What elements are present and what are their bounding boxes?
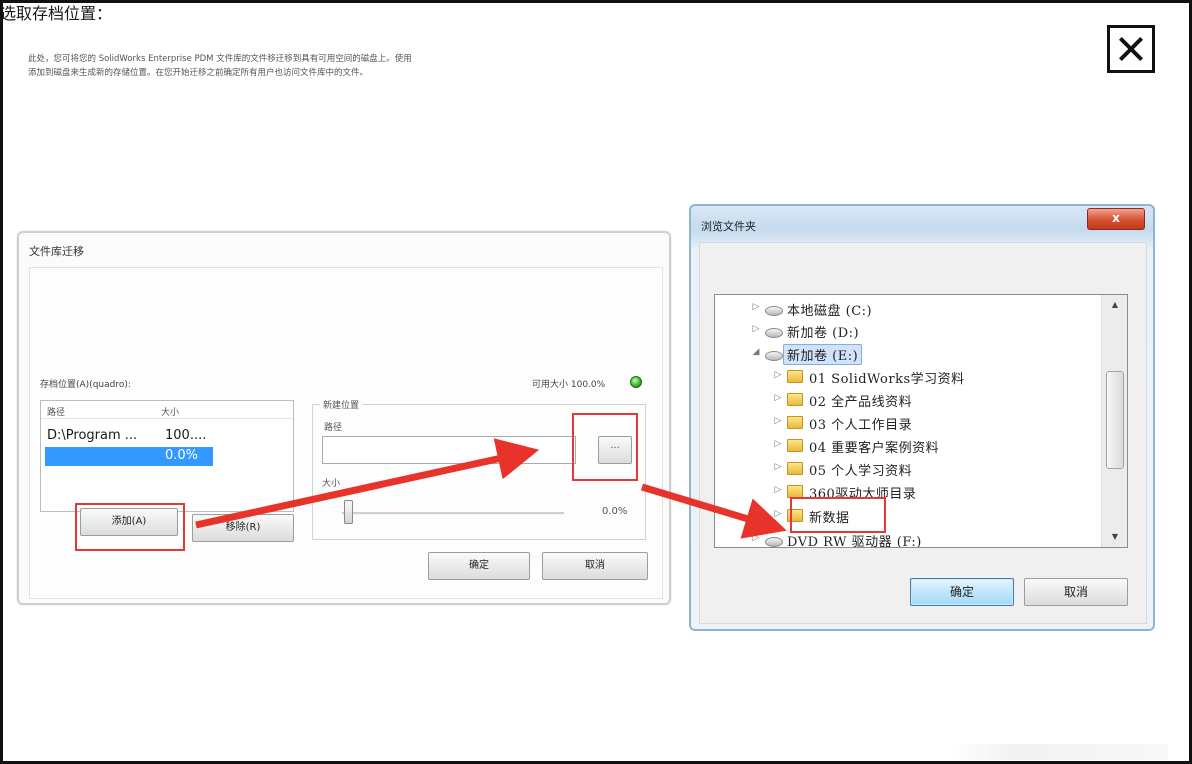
ok-button[interactable]: 确定 (428, 552, 530, 580)
tree-item-label: 05 个人学习资料 (809, 464, 913, 479)
expand-arrow-icon[interactable]: ▷ (773, 439, 783, 449)
status-led-icon (630, 376, 642, 388)
folder-icon (787, 462, 803, 475)
expand-arrow-icon[interactable]: ▷ (751, 533, 761, 543)
scroll-up-icon[interactable]: ▲ (1102, 297, 1128, 313)
tree-item-label: 新加卷 (E:) (783, 344, 863, 365)
row-size: 100.... (165, 428, 207, 443)
expand-arrow-icon[interactable]: ▷ (751, 302, 761, 312)
dialog-description: 此处，您可将您的 SolidWorks Enterprise PDM 文件库的文… (28, 52, 638, 80)
drive-icon (765, 351, 783, 361)
row-path: D:\Program ... (47, 428, 138, 443)
tree-scrollbar[interactable]: ▲ ▼ (1101, 295, 1127, 547)
list-header: 路径 大小 (41, 401, 293, 419)
path-label: 路径 (324, 423, 343, 433)
dialog-title: 文件库迁移 (29, 245, 84, 258)
expand-arrow-icon[interactable]: ▷ (773, 509, 783, 519)
drive-icon (765, 537, 783, 547)
list-row-selected[interactable]: 0.0% (45, 447, 213, 466)
expand-arrow-icon[interactable]: ▷ (773, 485, 783, 495)
scroll-down-icon[interactable]: ▼ (1102, 529, 1128, 545)
tree-item-label: 360驱动大师目录 (809, 487, 917, 502)
expand-arrow-icon[interactable]: ▷ (773, 370, 783, 380)
folder-icon (787, 509, 803, 522)
description-line: 此处，您可将您的 SolidWorks Enterprise PDM 文件库的文… (28, 54, 412, 64)
cancel-button[interactable]: 取消 (1024, 578, 1128, 606)
ok-button[interactable]: 确定 (910, 578, 1014, 606)
tree-item-label: 01 SolidWorks学习资料 (809, 372, 965, 387)
folder-tree[interactable]: ▷ 本地磁盘 (C:) ▷ 新加卷 (D:) ◢ 新加卷 (E:) ▷ 01 S… (714, 294, 1128, 548)
tree-item-label: 04 重要客户案例资料 (809, 441, 940, 456)
list-row[interactable]: D:\Program ... 100.... (45, 427, 213, 446)
tree-item-label: 新加卷 (D:) (787, 326, 860, 341)
close-icon[interactable] (1107, 25, 1155, 73)
size-slider-track[interactable] (342, 512, 564, 515)
expand-arrow-icon[interactable]: ▷ (773, 462, 783, 472)
expand-arrow-icon[interactable]: ▷ (773, 416, 783, 426)
remove-button[interactable]: 移除(R) (192, 514, 294, 542)
size-percent: 0.0% (602, 506, 628, 517)
watermark (948, 744, 1168, 760)
add-button[interactable]: 添加(A) (80, 508, 178, 536)
storage-location-label: 存档位置(A)(quadro): (40, 380, 131, 390)
description-line: 添加到磁盘来生成新的存储位置。在您开始迁移之前确定所有用户也访问文件库中的文件。 (28, 68, 369, 78)
size-slider-thumb[interactable] (344, 500, 353, 524)
new-location-group (312, 404, 646, 540)
expand-arrow-icon[interactable]: ▷ (751, 324, 761, 334)
dialog-title: 浏览文件夹 (701, 220, 756, 233)
free-space-label: 可用大小 100.0% (532, 380, 606, 390)
folder-icon (787, 416, 803, 429)
scroll-thumb[interactable] (1106, 371, 1124, 469)
tree-item-label: 本地磁盘 (C:) (787, 304, 873, 319)
drive-icon (765, 306, 783, 316)
expand-arrow-icon[interactable]: ▷ (773, 393, 783, 403)
column-header-size[interactable]: 大小 (161, 405, 179, 418)
column-header-path[interactable]: 路径 (47, 405, 65, 418)
group-title: 新建位置 (320, 398, 363, 411)
folder-icon (787, 439, 803, 452)
drive-icon (765, 328, 783, 338)
folder-icon (787, 393, 803, 406)
collapse-arrow-icon[interactable]: ◢ (751, 347, 761, 357)
folder-icon (787, 485, 803, 498)
tree-item-label: 新数据 (809, 511, 850, 526)
row-size: 0.0% (165, 448, 199, 463)
tree-item-label: 02 全产品线资料 (809, 395, 913, 410)
close-button[interactable]: x (1087, 208, 1145, 230)
storage-list[interactable]: 路径 大小 D:\Program ... 100.... 0.0% (40, 400, 294, 512)
folder-icon (787, 370, 803, 383)
tree-item-label: DVD RW 驱动器 (F:) (787, 535, 922, 548)
path-input[interactable] (322, 436, 576, 464)
browse-button[interactable] (598, 433, 632, 464)
cancel-button[interactable]: 取消 (542, 552, 648, 580)
size-label: 大小 (322, 479, 341, 489)
tree-item-label: 03 个人工作目录 (809, 418, 913, 433)
